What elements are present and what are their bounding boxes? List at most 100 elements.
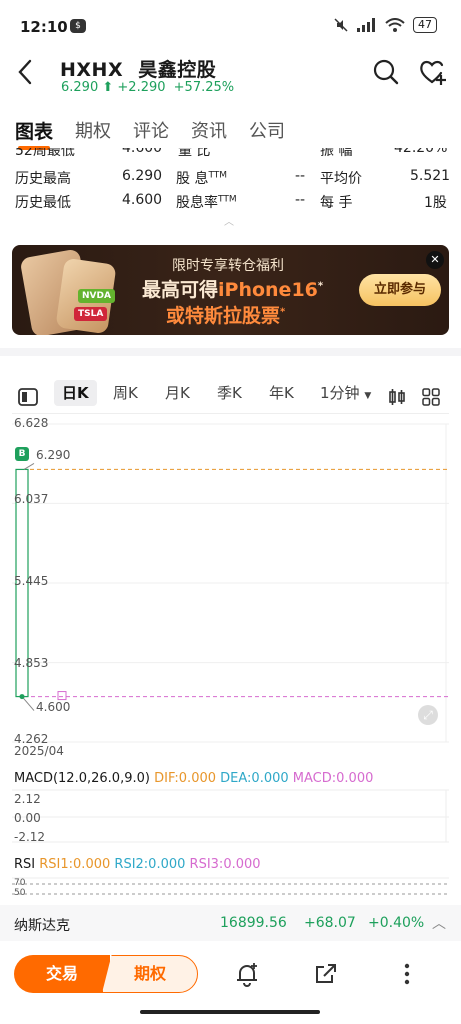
y-tick: 6.628 <box>14 416 49 430</box>
price-change: +2.290 <box>117 80 166 95</box>
y-tick: 6.037 <box>14 492 49 506</box>
stat-label: 股 息TTM <box>176 168 227 188</box>
interval-select[interactable]: 1分钟 ▼ <box>320 380 371 406</box>
stats-panel: 52周最低 4.600 量 比 振 幅 42.20% 历史最高 6.290 股 … <box>0 148 461 220</box>
interval-label: 1分钟 <box>320 384 360 402</box>
stat-label: 52周最低 <box>15 148 75 159</box>
wifi-icon <box>385 17 405 32</box>
trade-button[interactable]: 交易 <box>14 955 110 993</box>
grid-layout-icon[interactable] <box>422 384 440 410</box>
banner-line2-text: 最高可得 <box>142 279 219 301</box>
promo-banner[interactable]: NVDA TSLA 限时专享转仓福利 最高可得iPhone16* 或特斯拉股票*… <box>12 245 449 335</box>
stock-quote: 6.290 ⬆ +2.290 +57.25% <box>61 80 234 95</box>
chevron-up-icon[interactable]: ︿ <box>432 913 446 933</box>
high-label-pointer <box>23 462 35 470</box>
rsi-legend: RSI RSI1:0.000 RSI2:0.000 RSI3:0.000 <box>14 857 261 872</box>
banner-footnote-mark: * <box>280 306 286 318</box>
y-tick: 5.445 <box>14 574 49 588</box>
collapse-stats-icon[interactable]: ︿ <box>224 213 234 228</box>
period-week[interactable]: 周K <box>113 380 138 406</box>
bottom-action-bar: 交易 期权 <box>0 945 461 1003</box>
ticker-symbol: HXHX <box>60 59 124 81</box>
period-day[interactable]: 日K <box>54 380 97 406</box>
stat-label: 股息率TTM <box>176 192 237 212</box>
stat-value: -- <box>295 168 306 184</box>
tab-company[interactable]: 公司 <box>238 118 296 152</box>
macd-value: MACD:0.000 <box>292 771 374 786</box>
options-button[interactable]: 期权 <box>102 955 198 993</box>
rsi3-value: RSI3:0.000 <box>189 857 261 872</box>
banner-close-icon[interactable]: ✕ <box>426 251 444 269</box>
tab-chart[interactable]: 图表 <box>4 118 64 152</box>
stat-label: 量 比 <box>178 148 211 159</box>
stat-label: 历史最低 <box>15 195 71 211</box>
home-indicator <box>140 1010 320 1014</box>
y-tick: 4.853 <box>14 656 49 670</box>
stock-header: HXHX 昊鑫控股 6.290 ⬆ +2.290 +57.25% <box>0 44 461 102</box>
more-icon[interactable] <box>394 961 420 987</box>
company-name: 昊鑫控股 <box>138 59 217 81</box>
banner-line3-text: 或特斯拉股票 <box>166 305 281 327</box>
low-label-pointer <box>21 696 35 711</box>
share-icon[interactable] <box>313 961 339 987</box>
fullscreen-icon[interactable]: ⤢ <box>418 705 438 725</box>
macd-dea: DEA:0.000 <box>220 771 289 786</box>
sidebar-toggle-icon[interactable] <box>18 384 38 410</box>
banner-line1: 限时专享转仓福利 <box>172 258 284 274</box>
stat-label: 振 幅 <box>320 148 353 159</box>
stat-value: 5.521 <box>410 168 451 184</box>
banner-iphone-text: iPhone16 <box>218 279 318 301</box>
macd-tick: -2.12 <box>14 830 46 844</box>
watchlist-button[interactable] <box>418 58 448 88</box>
macd-legend: MACD(12.0,26.0,9.0) DIF:0.000 DEA:0.000 … <box>14 771 373 786</box>
low-price-label: 4.600 <box>36 700 71 714</box>
stat-value: 42.20% <box>394 148 448 156</box>
tab-options[interactable]: 期权 <box>64 118 122 152</box>
stat-label: 历史最高 <box>15 171 71 187</box>
stat-value: 4.600 <box>122 192 163 208</box>
period-month[interactable]: 月K <box>165 380 190 406</box>
rsi-chart <box>12 877 449 895</box>
low-point-dot <box>19 694 25 700</box>
stat-label-text: 股息率 <box>176 195 218 211</box>
index-value: 16899.56 <box>220 915 287 931</box>
caret-down-icon: ▼ <box>364 391 372 401</box>
period-quarter[interactable]: 季K <box>217 380 242 406</box>
macd-tick: 2.12 <box>14 792 41 806</box>
back-button[interactable] <box>14 58 38 88</box>
stat-label-text: 股 息 <box>176 171 209 187</box>
stock-title: HXHX 昊鑫控股 <box>60 55 216 82</box>
stat-label: 每 手 <box>320 195 353 211</box>
search-button[interactable] <box>372 58 402 88</box>
candle-style-icon[interactable] <box>388 384 406 410</box>
battery-indicator: 47 <box>413 17 437 33</box>
signal-icon <box>357 18 375 32</box>
stats-row-hist-high: 历史最高 6.290 股 息TTM -- 平均价 5.521 <box>0 168 461 192</box>
market-index-bar[interactable]: 纳斯达克 16899.56 +68.07 +0.40% ︿ <box>0 905 461 941</box>
price-change-pct: +57.25% <box>173 80 235 95</box>
macd-tick: 0.00 <box>14 811 41 825</box>
stat-value: -- <box>295 192 306 208</box>
tab-news[interactable]: 资讯 <box>180 118 238 152</box>
tab-comments[interactable]: 评论 <box>122 118 180 152</box>
period-year[interactable]: 年K <box>269 380 294 406</box>
alert-bell-icon[interactable] <box>234 961 260 987</box>
stat-label-sup: TTM <box>218 194 237 205</box>
buy-marker-badge[interactable]: B <box>15 447 29 461</box>
stat-value: 6.290 <box>122 168 163 184</box>
banner-footnote-mark: * <box>317 280 324 292</box>
stat-value: 1股 <box>424 195 447 211</box>
stats-row-partial: 52周最低 4.600 量 比 振 幅 42.20% <box>0 148 461 164</box>
macd-chart <box>12 789 449 843</box>
stat-label: 平均价 <box>320 171 362 187</box>
mute-icon <box>334 18 348 32</box>
status-bar: 12:10 $ 47 <box>0 0 461 44</box>
chip-tsla: TSLA <box>74 307 108 321</box>
status-time: 12:10 <box>20 18 68 36</box>
section-divider <box>0 348 461 356</box>
banner-cta-button[interactable]: 立即参与 <box>359 274 441 306</box>
app-notification-icon: $ <box>70 19 86 33</box>
banner-line2: 最高可得iPhone16* <box>142 275 323 302</box>
stat-label-sup: TTM <box>208 170 228 181</box>
search-icon <box>373 59 399 85</box>
